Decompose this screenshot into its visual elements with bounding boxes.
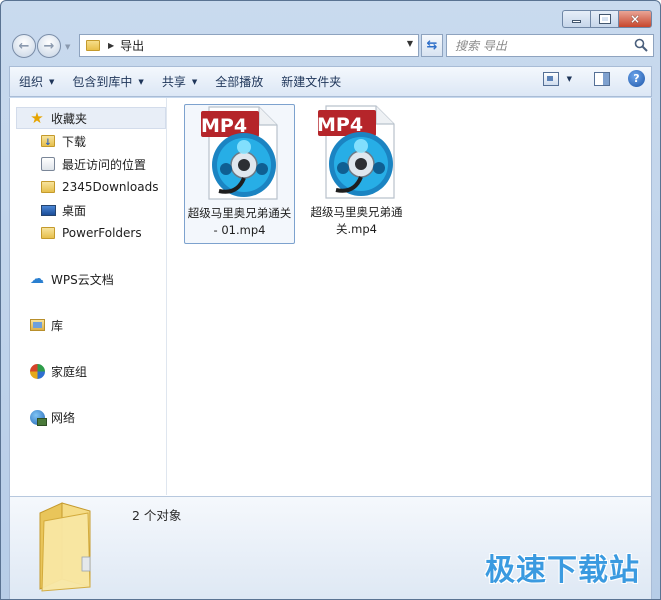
sidebar-item-downloads[interactable]: 下载 (40, 130, 86, 152)
chevron-down-icon: ▼ (49, 77, 55, 86)
forward-arrow-icon: → (43, 38, 55, 54)
sidebar-item-powerfolders[interactable]: PowerFolders (40, 222, 142, 244)
desktop-icon (40, 204, 56, 216)
chevron-down-icon: ▼ (138, 77, 144, 86)
chevron-down-icon: ▼ (191, 77, 198, 86)
minimize-button[interactable] (562, 10, 590, 28)
details-pane: 2 个对象 极速下载站 (10, 496, 651, 599)
preview-pane-icon[interactable] (594, 71, 610, 86)
search-input[interactable] (447, 38, 627, 53)
address-bar[interactable]: ▶ 导出 ▼ (79, 34, 419, 57)
sidebar-item-wps-cloud[interactable]: ☁ WPS云文档 (29, 268, 114, 290)
star-icon: ★ (30, 108, 44, 127)
organize-menu[interactable]: 组织 ▼ (10, 70, 63, 94)
search-box[interactable] (446, 34, 654, 57)
recent-places-icon (41, 157, 55, 171)
navigation-pane: ★ 收藏夹 下载 最近访问的位置 2345Downloads 桌面 Pow (10, 98, 167, 495)
sidebar-item-label: WPS云文档 (51, 272, 114, 287)
content-area: ★ 收藏夹 下载 最近访问的位置 2345Downloads 桌面 Pow (9, 98, 652, 599)
refresh-button[interactable]: ⇆ (421, 34, 443, 57)
sidebar-item-label: 桌面 (62, 203, 87, 218)
file-item[interactable]: MP4 超级马里奥兄弟通关 - 01.mp4 (184, 104, 295, 244)
sidebar-item-label: 最近访问的位置 (62, 157, 147, 172)
back-button[interactable]: ← (12, 34, 36, 58)
recent-pages-dropdown-icon[interactable]: ▼ (65, 43, 70, 51)
network-icon (29, 409, 47, 426)
breadcrumb-separator-icon[interactable]: ▶ (108, 41, 114, 50)
sidebar-item-label: 下载 (62, 134, 87, 149)
share-label: 共享 (161, 75, 186, 89)
command-bar: 组织 ▼ 包含到库中 ▼ 共享 ▼ 全部播放 新建文件夹 ▼ ? (9, 66, 652, 97)
sidebar-item-network[interactable]: 网络 (29, 406, 75, 428)
include-in-library-label: 包含到库中 (72, 75, 133, 89)
forward-button[interactable]: → (37, 34, 61, 58)
folder-icon (86, 40, 100, 51)
close-icon: × (629, 12, 641, 26)
maximize-icon (598, 14, 611, 24)
sidebar-item-desktop[interactable]: 桌面 (40, 199, 86, 221)
sidebar-item-label: PowerFolders (62, 226, 142, 240)
sidebar-item-homegroup[interactable]: 家庭组 (29, 360, 87, 382)
sidebar-item-label: 2345Downloads (62, 180, 159, 194)
explorer-window: × ← → ▼ ▶ 导出 ▼ ⇆ 组织 ▼ 包含到库中 ▼ 共享 ▼ 全部播放 新建文… (0, 0, 661, 600)
sidebar-item-recent-places[interactable]: 最近访问的位置 (40, 153, 146, 175)
library-icon (29, 319, 45, 331)
organize-label: 组织 (19, 75, 44, 89)
maximize-button[interactable] (590, 10, 618, 28)
search-icon[interactable] (634, 38, 648, 52)
breadcrumb-current[interactable]: 导出 (120, 37, 144, 54)
sidebar-item-label: 库 (51, 318, 64, 333)
new-folder-button[interactable]: 新建文件夹 (272, 70, 350, 94)
toolbar-right-group: ▼ ? (542, 70, 645, 87)
sidebar-item-favorites[interactable]: ★ 收藏夹 (16, 107, 166, 129)
change-view-icon[interactable] (542, 71, 559, 86)
file-name[interactable]: 超级马里奥兄弟通关 - 01.mp4 (187, 205, 292, 239)
address-dropdown-icon[interactable]: ▼ (407, 39, 413, 48)
sidebar-item-libraries[interactable]: 库 (29, 314, 63, 336)
include-in-library-menu[interactable]: 包含到库中 ▼ (63, 70, 152, 94)
view-options-dropdown-icon[interactable]: ▼ (567, 75, 572, 83)
close-button[interactable]: × (618, 10, 652, 28)
refresh-icon: ⇆ (426, 38, 438, 53)
file-name[interactable]: 超级马里奥兄弟通关.mp4 (304, 204, 409, 238)
mp4-badge-label: MP4 (201, 115, 248, 137)
help-icon[interactable]: ? (628, 70, 645, 87)
large-folder-icon (39, 502, 91, 592)
navigation-row: ← → ▼ ▶ 导出 ▼ ⇆ (9, 33, 654, 59)
watermark-logo: 极速下载站 (485, 553, 640, 588)
play-all-button[interactable]: 全部播放 (206, 70, 272, 94)
back-arrow-icon: ← (18, 38, 30, 54)
folder-icon (41, 181, 55, 193)
cloud-icon: ☁ (30, 271, 44, 287)
mp4-badge-label: MP4 (317, 114, 364, 136)
sidebar-item-label: 家庭组 (51, 364, 88, 379)
share-menu[interactable]: 共享 ▼ (153, 70, 206, 94)
homegroup-icon (29, 363, 45, 379)
file-list: MP4 超级马里奥兄弟通关 - 01.mp4 MP4 超级马里奥兄弟通关.mp4 (168, 98, 651, 495)
caption-buttons: × (562, 10, 652, 28)
new-folder-label: 新建文件夹 (281, 75, 342, 89)
folder-icon (41, 227, 55, 239)
sidebar-item-label: 收藏夹 (51, 111, 88, 126)
file-item[interactable]: MP4 超级马里奥兄弟通关.mp4 (301, 104, 412, 244)
play-all-label: 全部播放 (215, 75, 264, 89)
item-count: 2 个对象 (132, 508, 182, 523)
minimize-icon (572, 20, 581, 23)
sidebar-item-2345downloads[interactable]: 2345Downloads (40, 176, 158, 198)
download-folder-icon (41, 135, 55, 147)
sidebar-item-label: 网络 (51, 410, 76, 425)
